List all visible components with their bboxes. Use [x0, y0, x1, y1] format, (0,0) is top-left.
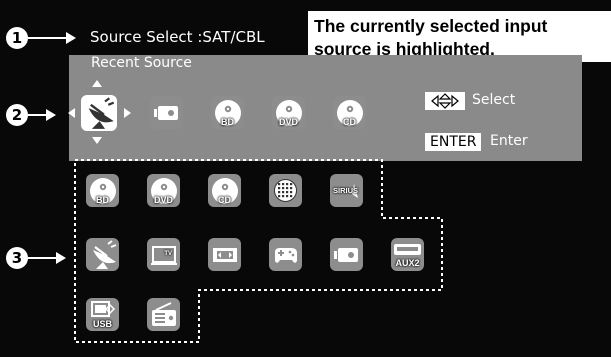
marker-3-line [28, 257, 58, 259]
dvd-disc-icon[interactable]: DVD [147, 174, 180, 207]
network-icon[interactable] [269, 174, 302, 207]
aux2-icon[interactable]: AUX2 [391, 238, 424, 271]
tv-icon[interactable]: TV [147, 238, 180, 271]
media-player-icon[interactable] [330, 238, 363, 271]
vcr-icon[interactable] [208, 238, 241, 271]
marker-3-arrowhead [56, 252, 66, 264]
source-label: USB [92, 319, 112, 329]
usb-icon[interactable]: USB [86, 298, 119, 331]
source-label: AUX2 [395, 258, 420, 268]
source-label: BD [96, 195, 109, 205]
radio-icon[interactable] [147, 298, 180, 331]
game-controller-icon[interactable] [269, 238, 302, 271]
cd-disc-icon[interactable]: CD [208, 174, 241, 207]
satellite-dish-icon[interactable] [86, 238, 119, 271]
source-select-screen: 1 Source Select :SAT/CBL The currently s… [0, 0, 611, 357]
bd-disc-icon[interactable]: BD [86, 174, 119, 207]
sirius-icon[interactable]: SIRIUS [330, 174, 363, 207]
source-label: DVD [153, 195, 173, 205]
source-label: CD [218, 195, 231, 205]
source-label: TV [164, 251, 172, 257]
marker-3: 3 [6, 247, 28, 269]
source-label: SIRIUS [333, 186, 359, 195]
